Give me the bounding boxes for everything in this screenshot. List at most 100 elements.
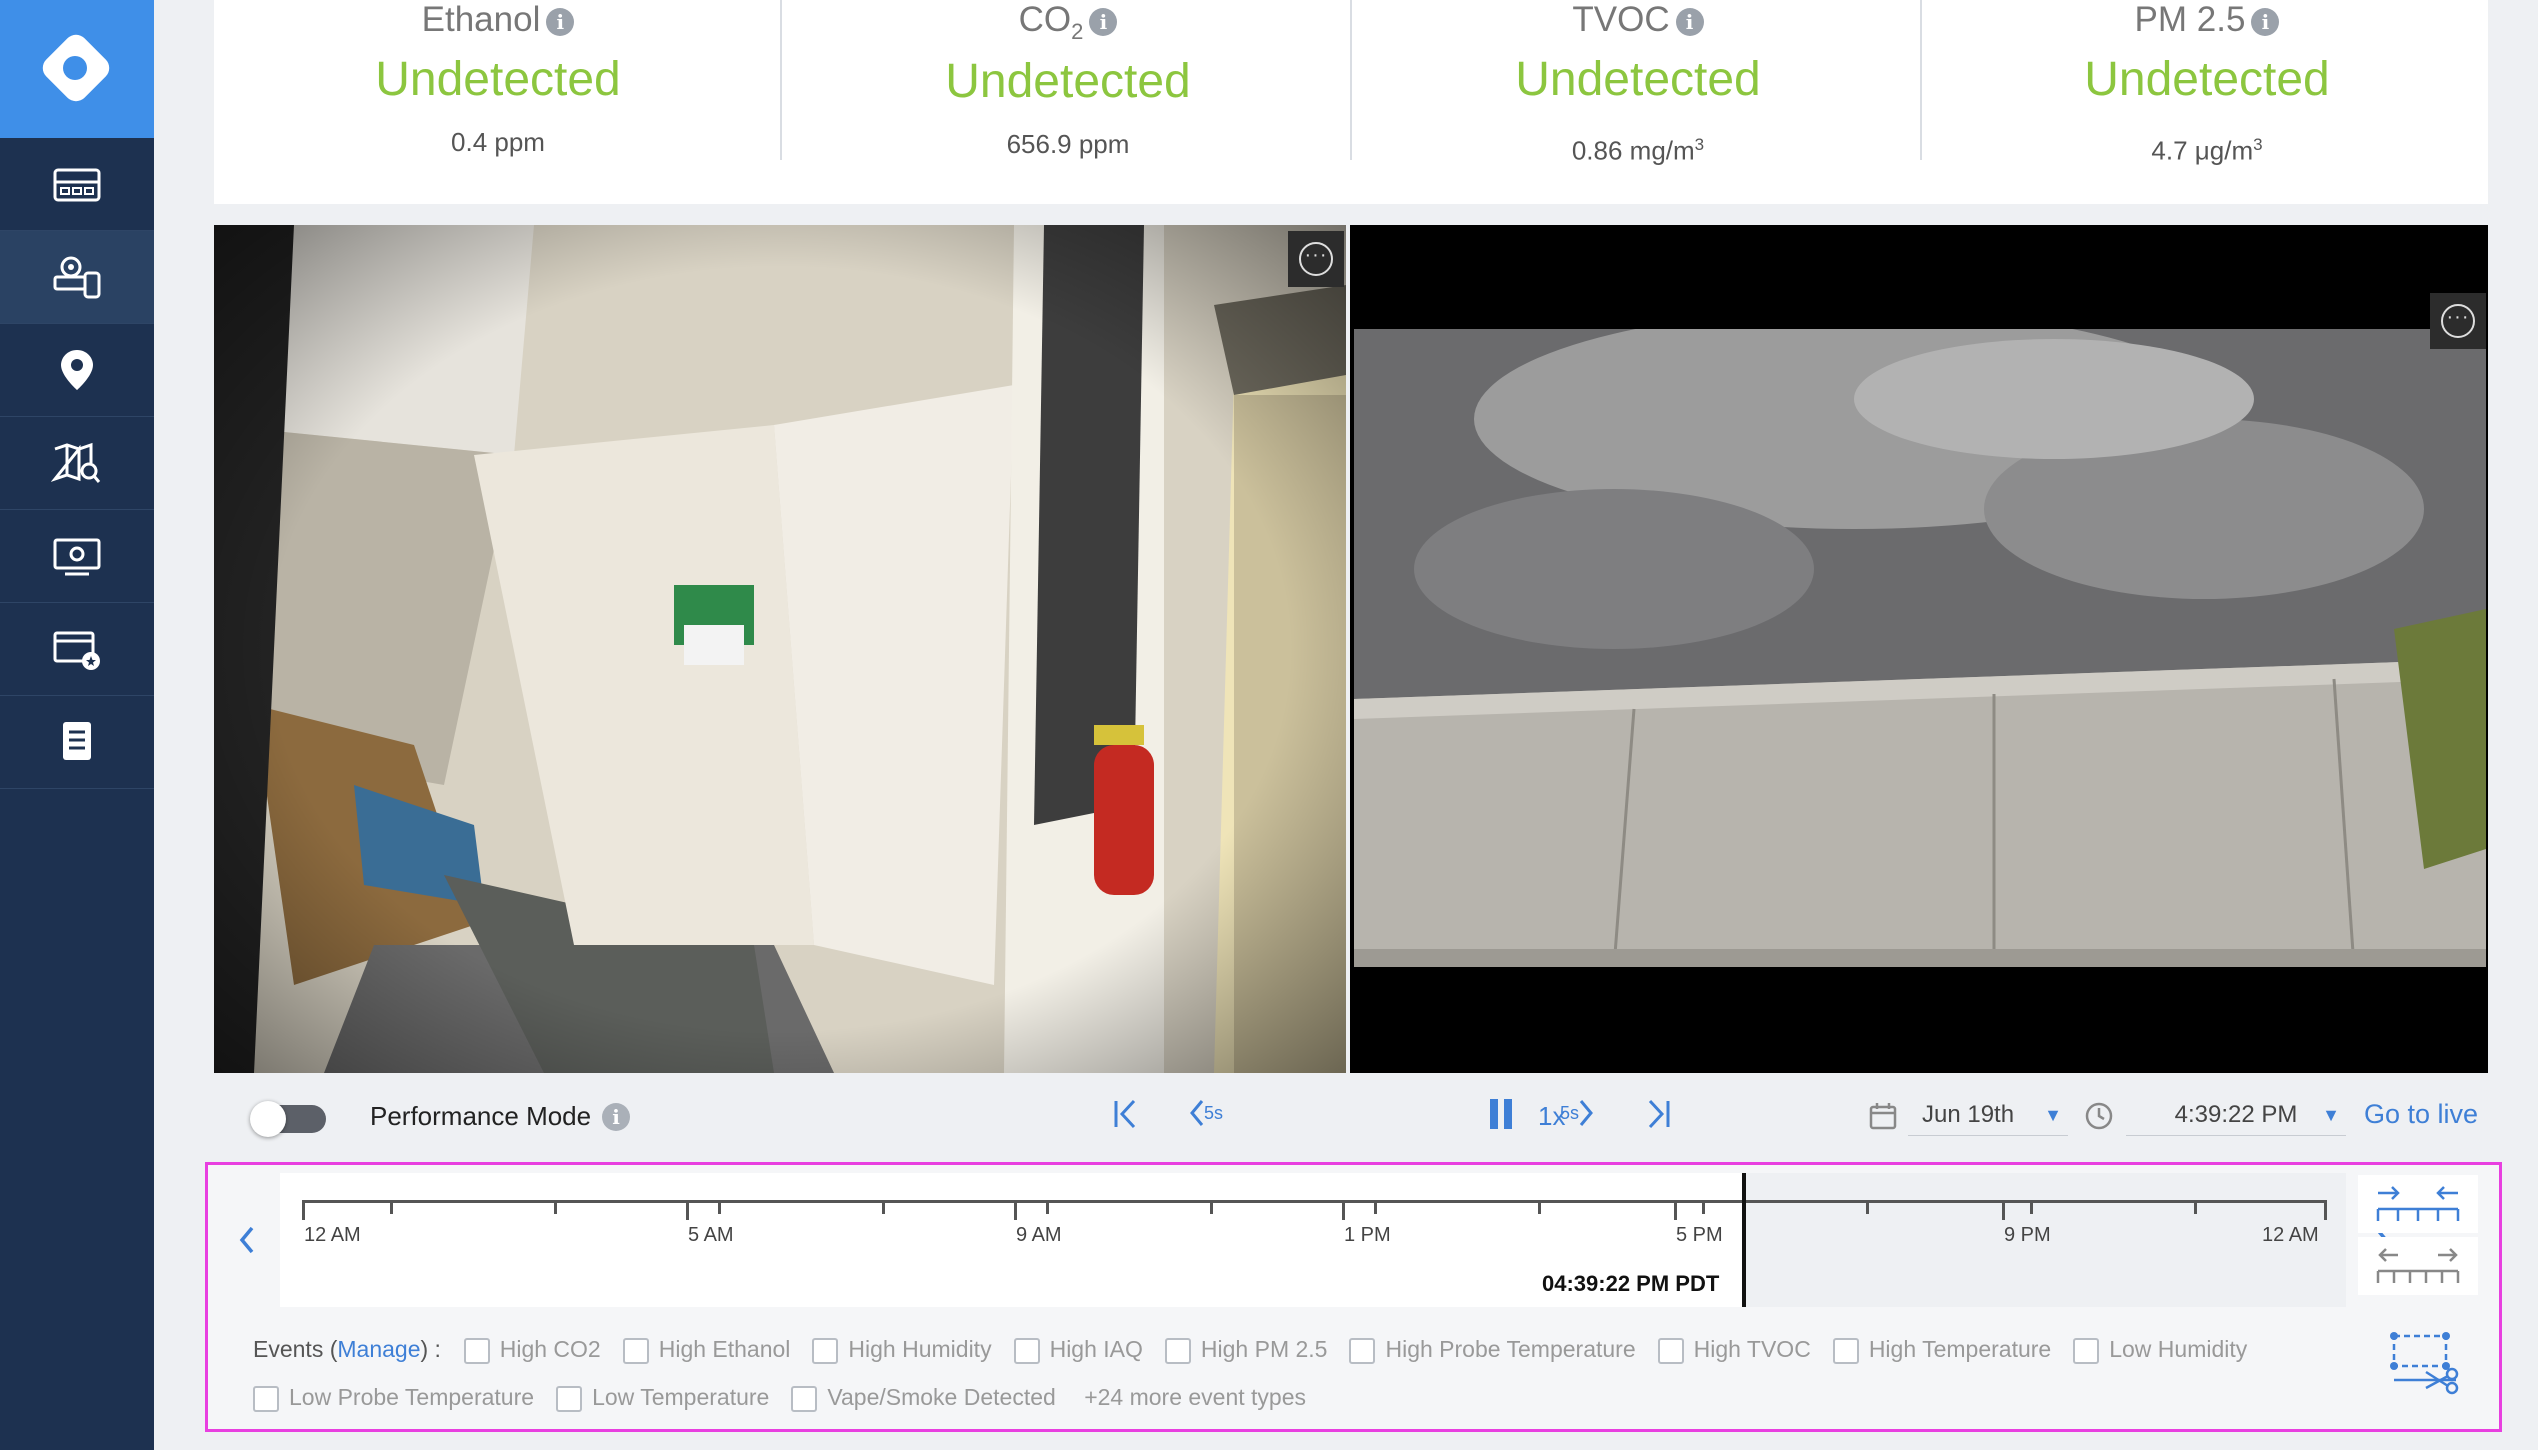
timeline-tick-label: 5 AM [688, 1224, 734, 1246]
pause-button[interactable] [1486, 1093, 1516, 1138]
timeline-tick-label: 5 PM [1676, 1224, 1723, 1246]
manage-events-link[interactable]: Manage [337, 1336, 420, 1362]
timeline-major-tick [686, 1200, 689, 1220]
nav-item-dashboard[interactable] [0, 138, 154, 231]
event-filter-item[interactable]: High Humidity [812, 1325, 992, 1373]
skip-to-start-button[interactable] [1110, 1093, 1140, 1138]
info-icon[interactable]: i [1089, 7, 1118, 36]
timeline-track[interactable]: 12 AM 5 AM 9 AM 1 PM 5 PM 9 PM 12 AM 04:39:22 … [280, 1173, 2346, 1307]
timeline-major-tick [1674, 1200, 1677, 1220]
event-checkbox[interactable] [1013, 1337, 1040, 1364]
metric-ethanol: Ethanol i Undetected 0.4 ppm [214, 0, 782, 204]
performance-mode-toggle[interactable] [250, 1101, 326, 1137]
logo[interactable] [0, 0, 154, 138]
metric-tvoc: TVOC i Undetected 0.86 mg/m3 [1354, 0, 1922, 204]
go-to-live-link[interactable]: Go to live [2364, 1099, 2478, 1130]
event-checkbox[interactable] [812, 1337, 839, 1364]
metric-name: CO [1018, 0, 1072, 39]
camera-feed-right[interactable]: ··· [1350, 225, 2488, 1073]
camera-feed-left[interactable]: ··· [214, 225, 1346, 1073]
rewind-label: 5s [1204, 1102, 1224, 1123]
playback-controls: Performance Mode i 5s 5s 1x Jun 19th ▼ 4:… [214, 1073, 2488, 1163]
camera-view-hallway [214, 225, 1346, 1073]
chevron-right-icon [1579, 1100, 1593, 1126]
timeline-playhead[interactable] [1742, 1173, 1746, 1307]
map-search-icon [51, 442, 101, 483]
timeline-tick [1210, 1200, 1213, 1214]
rewind-5s-button[interactable]: 5s [1188, 1095, 1223, 1131]
zoom-out-icon [2376, 1248, 2460, 1283]
timeline-tick [1866, 1200, 1869, 1214]
timeline-tick [390, 1200, 393, 1214]
event-checkbox[interactable] [2073, 1337, 2100, 1364]
event-filter-label: Low Probe Temperature [289, 1384, 535, 1410]
event-filter-label: High PM 2.5 [1200, 1336, 1328, 1362]
date-select[interactable]: Jun 19th ▼ [1908, 1101, 2068, 1136]
timeline-zoom-in-button[interactable] [2358, 1175, 2478, 1233]
event-checkbox[interactable] [622, 1337, 649, 1364]
calendar-icon [1868, 1101, 1898, 1136]
info-icon[interactable]: i [602, 1103, 630, 1131]
event-checkbox[interactable] [791, 1385, 818, 1412]
event-filter-label: High TVOC [1693, 1336, 1811, 1362]
event-filter-item[interactable]: Low Temperature [556, 1373, 769, 1421]
metric-pm25: PM 2.5 i Undetected 4.7 μg/m3 [1923, 0, 2491, 204]
event-filter-item[interactable]: Vape/Smoke Detected [791, 1373, 1056, 1421]
more-options-icon: ··· [2441, 304, 2475, 338]
performance-mode-label: Performance Mode [370, 1101, 592, 1131]
event-checkbox[interactable] [253, 1385, 279, 1412]
nav-item-devices[interactable] [0, 231, 154, 324]
event-filter-label: Vape/Smoke Detected [827, 1384, 1056, 1410]
event-filter-item[interactable]: High Temperature [1832, 1325, 2052, 1373]
event-filter-item[interactable]: Low Probe Temperature [253, 1373, 534, 1421]
nav-item-monitor[interactable] [0, 510, 154, 603]
event-filter-label: High CO2 [499, 1336, 601, 1362]
zoom-in-icon [2376, 1186, 2460, 1221]
metric-status: Undetected [375, 53, 621, 106]
timeline-prev-button[interactable] [216, 1175, 276, 1305]
event-filter-item[interactable]: High IAQ [1013, 1325, 1143, 1373]
event-filters: Events (Manage) : High CO2 High Ethanol Hi… [253, 1325, 2313, 1421]
event-filter-item[interactable]: High Ethanol [622, 1325, 791, 1373]
nav-item-map[interactable] [0, 417, 154, 510]
nav-item-locations[interactable] [0, 324, 154, 417]
event-checkbox[interactable] [463, 1337, 490, 1364]
playback-speed-button[interactable]: 1x [1538, 1101, 1565, 1132]
timeline-tick [882, 1200, 885, 1214]
chevron-down-icon: ▼ [2044, 1105, 2062, 1125]
time-select[interactable]: 4:39:22 PM ▼ [2126, 1101, 2346, 1136]
event-filter-label: High Temperature [1868, 1336, 2052, 1362]
event-filter-label: High IAQ [1049, 1336, 1143, 1362]
nav-item-reports[interactable] [0, 696, 154, 789]
event-checkbox[interactable] [1349, 1337, 1376, 1364]
skip-to-end-button[interactable] [1644, 1093, 1674, 1138]
event-filter-item[interactable]: High PM 2.5 [1164, 1325, 1328, 1373]
more-event-types-link[interactable]: +24 more event types [1084, 1373, 1306, 1421]
event-filter-item[interactable]: High TVOC [1657, 1325, 1811, 1373]
event-filter-label: High Ethanol [658, 1336, 791, 1362]
more-options-icon: ··· [1299, 242, 1333, 276]
timeline-panel: 12 AM 5 AM 9 AM 1 PM 5 PM 9 PM 12 AM 04:39:22 … [205, 1162, 2502, 1432]
event-checkbox[interactable] [556, 1385, 583, 1412]
camera-options-button[interactable]: ··· [1288, 231, 1344, 287]
dashboard-icon [53, 168, 101, 202]
event-filter-item[interactable]: Low Humidity [2073, 1325, 2247, 1373]
event-checkbox[interactable] [1164, 1337, 1191, 1364]
timeline-major-tick [1342, 1200, 1345, 1220]
nav-item-video[interactable] [0, 603, 154, 696]
metric-value: 656.9 ppm [1006, 129, 1130, 159]
camera-options-button[interactable]: ··· [2430, 293, 2486, 349]
info-icon[interactable]: i [2251, 7, 2280, 36]
timeline-tick [1538, 1200, 1541, 1214]
event-filter-item[interactable]: High CO2 [463, 1325, 601, 1373]
event-filter-item[interactable]: High Probe Temperature [1349, 1325, 1636, 1373]
timeline-tick [1046, 1200, 1049, 1214]
info-icon[interactable]: i [546, 7, 575, 36]
event-filter-label: High Humidity [848, 1336, 992, 1362]
info-icon[interactable]: i [1675, 7, 1704, 36]
timeline-zoom-out-button[interactable] [2358, 1237, 2478, 1295]
skip-start-icon [1114, 1099, 1136, 1129]
clip-video-button[interactable] [2386, 1328, 2464, 1396]
event-checkbox[interactable] [1657, 1337, 1684, 1364]
event-checkbox[interactable] [1832, 1337, 1859, 1364]
